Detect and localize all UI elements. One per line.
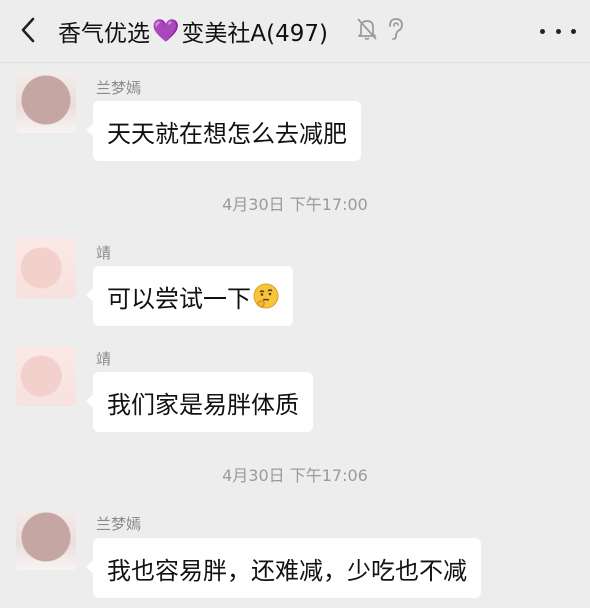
message-bubble[interactable]: 我也容易胖，还难减，少吃也不减 xyxy=(86,538,481,598)
chat-header: 香气优选 💜 变美社A(497) xyxy=(0,0,590,63)
more-icon-dot xyxy=(571,28,576,34)
timestamp: 4月30日 下午17:06 xyxy=(222,466,368,485)
purple-heart-icon: 💜 xyxy=(152,18,180,44)
sender-name: 兰梦嫣 xyxy=(96,515,142,533)
message-bubble[interactable]: 可以尝试一下 xyxy=(86,266,293,326)
chat-title-right: 变美社A(497) xyxy=(181,21,328,47)
more-button[interactable] xyxy=(540,17,576,45)
ear-icon xyxy=(389,18,403,40)
avatar[interactable] xyxy=(16,346,76,406)
back-button[interactable] xyxy=(14,14,42,46)
mute-bell-icon xyxy=(357,18,377,40)
sender-name: 靖 xyxy=(96,350,112,368)
message-bubble[interactable]: 我们家是易胖体质 xyxy=(86,372,313,432)
avatar[interactable] xyxy=(16,510,76,570)
chat-title-left: 香气优选 xyxy=(58,21,150,47)
message-bubble[interactable]: 天天就在想怎么去减肥 xyxy=(86,101,361,161)
timestamp: 4月30日 下午17:00 xyxy=(222,195,368,214)
sender-name: 靖 xyxy=(96,244,112,262)
chat-title: 香气优选 💜 变美社A(497) xyxy=(58,14,328,48)
sender-name: 兰梦嫣 xyxy=(96,79,142,97)
title-status-icons xyxy=(356,16,406,42)
thinking-face-icon xyxy=(253,283,279,309)
more-icon-dot xyxy=(555,28,561,34)
avatar[interactable] xyxy=(16,238,76,298)
more-icon xyxy=(540,28,545,34)
message-text: 可以尝试一下 xyxy=(107,284,251,313)
avatar[interactable] xyxy=(16,73,76,133)
back-arrow-icon xyxy=(21,17,35,43)
